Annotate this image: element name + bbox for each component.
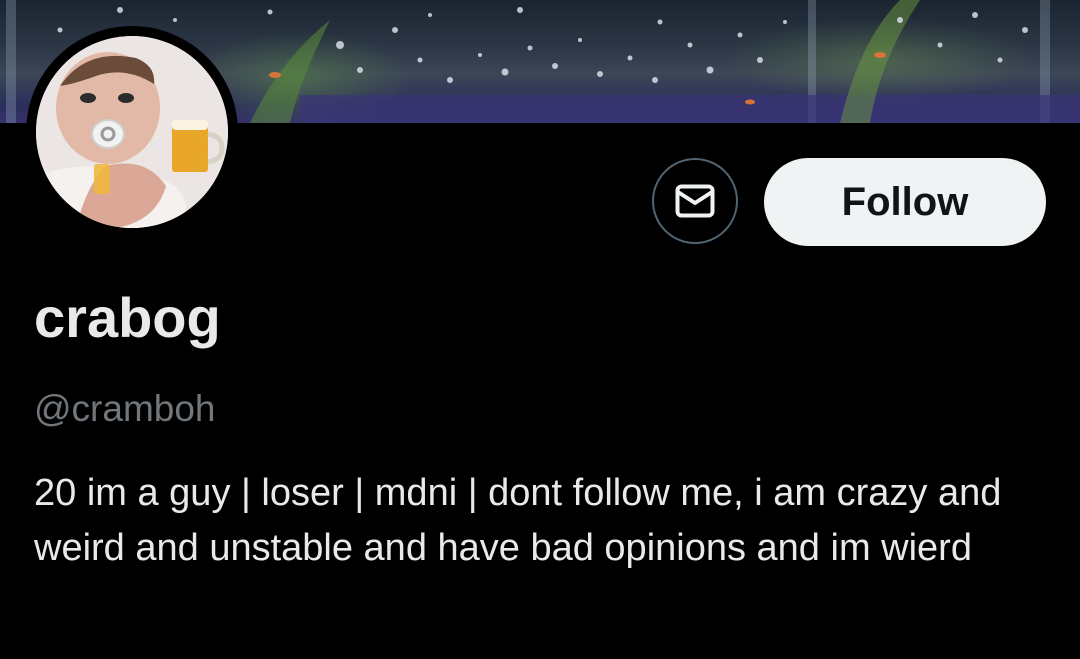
follow-button[interactable]: Follow <box>764 158 1046 246</box>
avatar[interactable] <box>36 36 228 228</box>
display-name: crabog <box>34 286 221 349</box>
envelope-icon <box>675 184 715 218</box>
avatar-image <box>36 36 228 228</box>
user-handle: @cramboh <box>34 388 216 429</box>
message-button[interactable] <box>652 158 738 244</box>
follow-button-label: Follow <box>841 179 969 224</box>
profile-bio: 20 im a guy | loser | mdni | dont follow… <box>34 472 1002 569</box>
